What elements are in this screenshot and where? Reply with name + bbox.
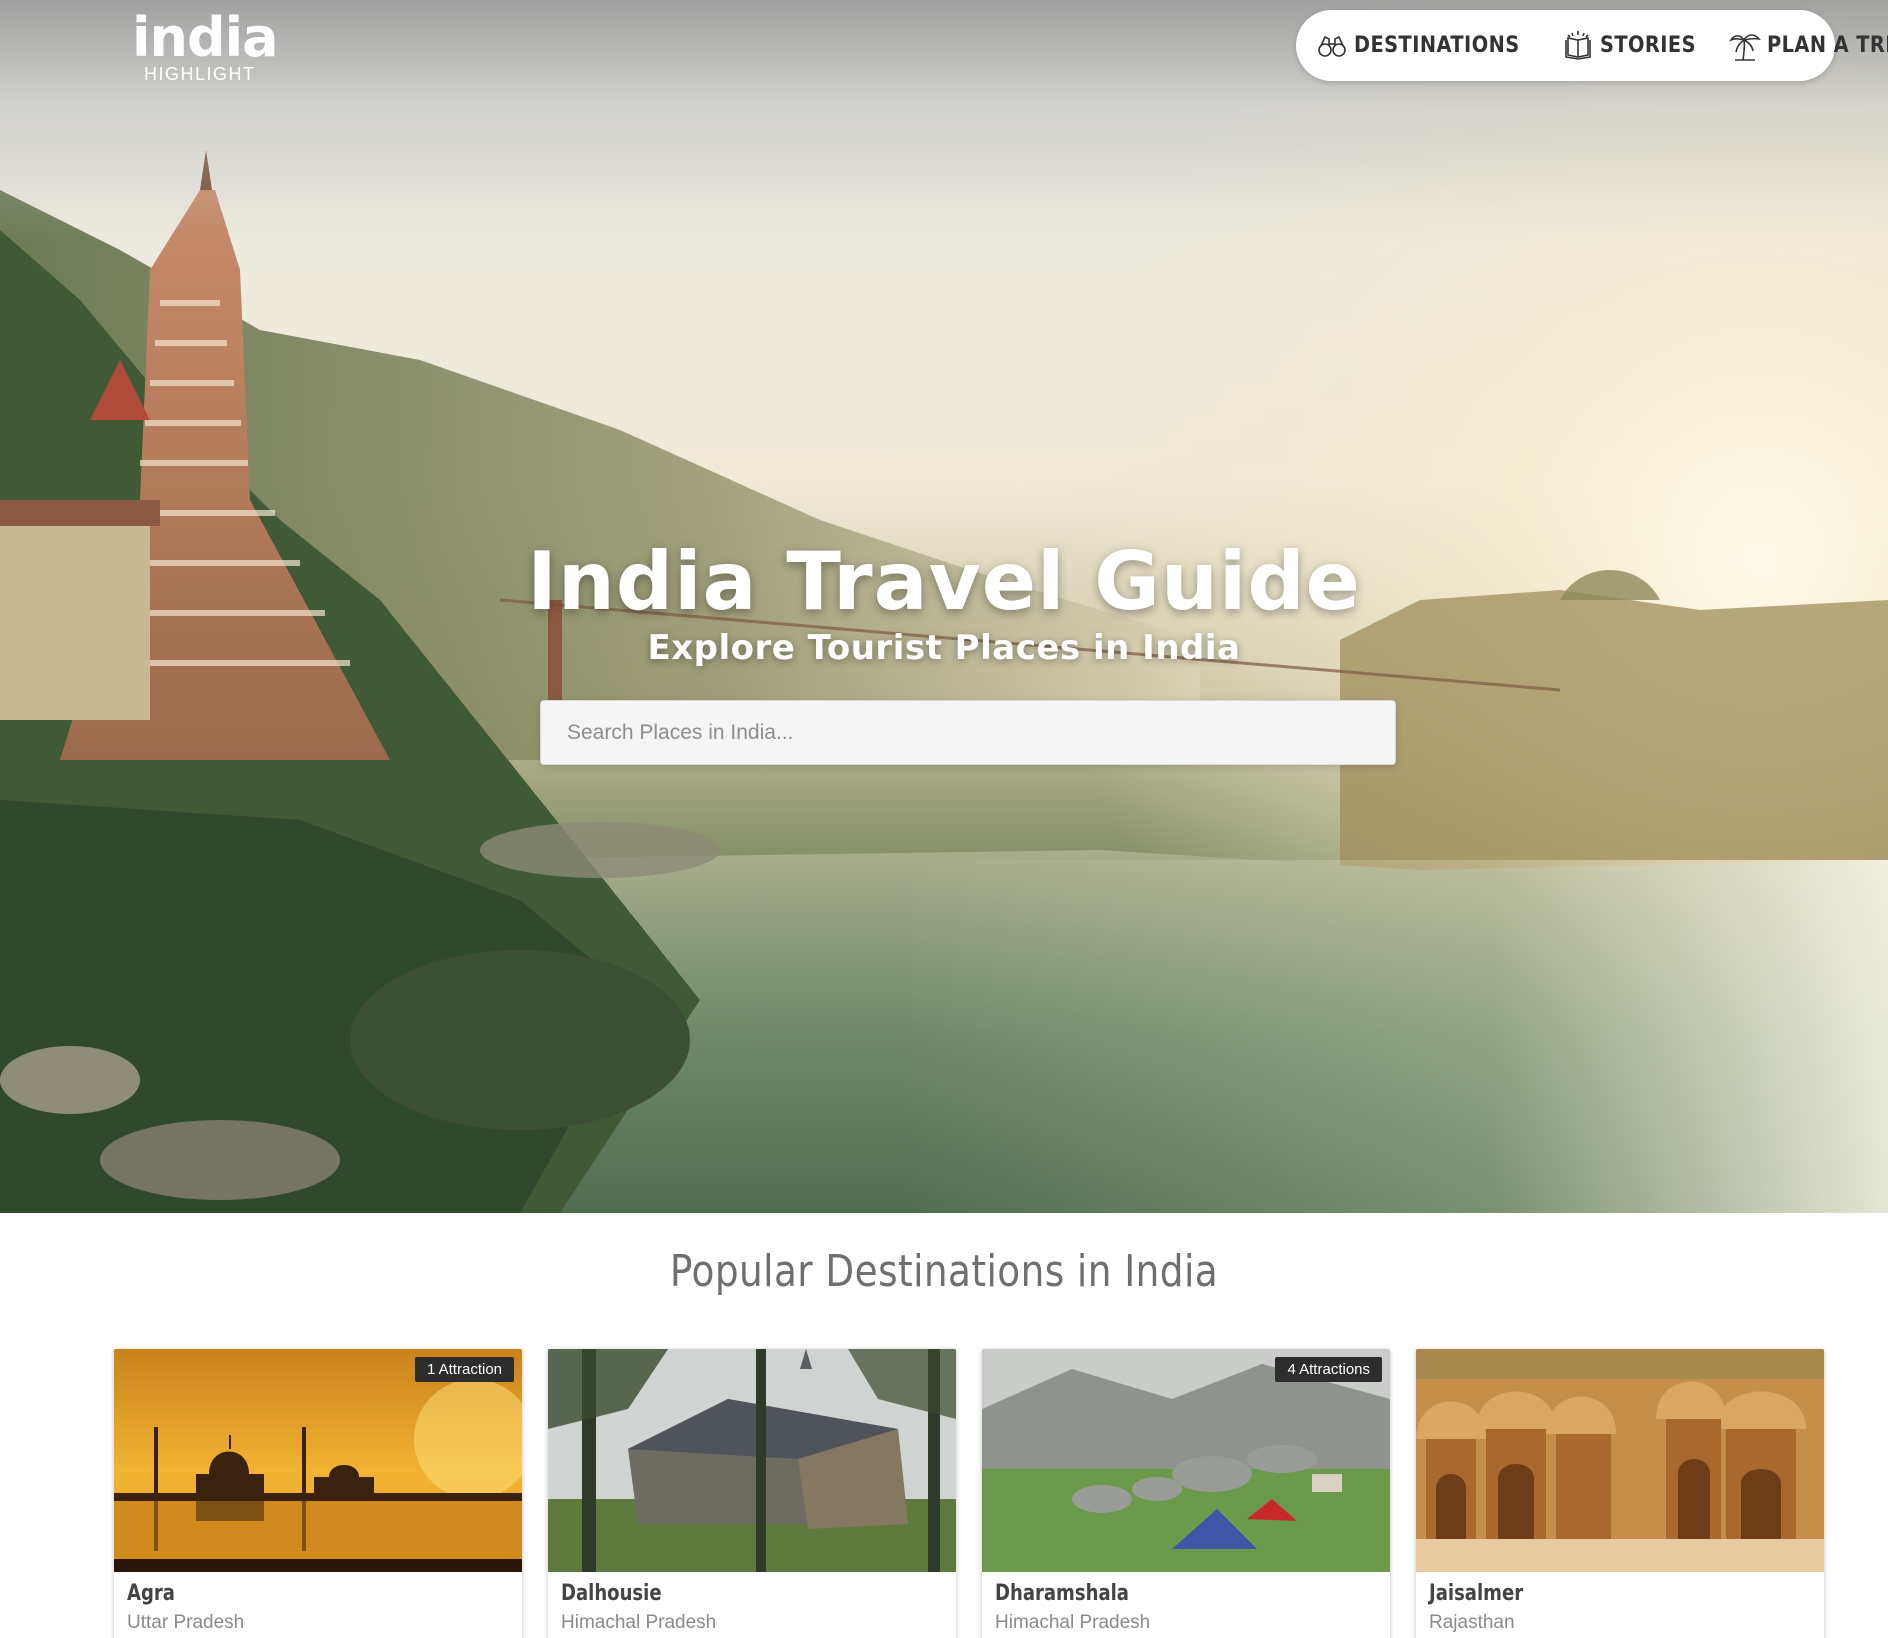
card-image-dharamshala: 4 Attractions — [982, 1349, 1390, 1572]
card-state: Himachal Pradesh — [995, 1612, 1151, 1633]
site-logo[interactable]: india HIGHLIGHT — [132, 6, 282, 85]
attraction-count-badge: 1 Attraction — [414, 1357, 514, 1382]
hero-subtitle: Explore Tourist Places in India — [647, 628, 1241, 668]
destination-card-dalhousie[interactable]: Dalhousie Himachal Pradesh — [548, 1349, 956, 1638]
card-state: Himachal Pradesh — [561, 1612, 717, 1633]
hero-title: India Travel Guide — [527, 535, 1361, 628]
card-state: Uttar Pradesh — [127, 1612, 245, 1633]
destination-card-dharamshala[interactable]: 4 Attractions Dharamshala Himachal Prade… — [982, 1349, 1390, 1638]
search-input[interactable] — [540, 700, 1396, 765]
card-state: Rajasthan — [1429, 1612, 1515, 1633]
nav-destinations-label: DESTINATIONS — [1354, 33, 1520, 58]
card-image-jaisalmer — [1416, 1349, 1824, 1572]
destination-card-agra[interactable]: 1 Attraction Agra Uttar Pradesh — [114, 1349, 522, 1638]
nav-destinations[interactable]: DESTINATIONS — [1316, 30, 1542, 62]
nav-stories-label: STORIES — [1600, 33, 1697, 58]
card-name: Dalhousie — [561, 1581, 662, 1606]
nav-stories[interactable]: STORIES — [1562, 30, 1709, 62]
nav-plan-a-trip[interactable]: PLAN A TRIP — [1729, 30, 1888, 62]
section-title-popular-destinations: Popular Destinations in India — [669, 1246, 1219, 1297]
card-name: Dharamshala — [995, 1581, 1129, 1606]
nav-plan-a-trip-label: PLAN A TRIP — [1767, 33, 1888, 58]
card-image-agra: 1 Attraction — [114, 1349, 522, 1572]
card-name: Agra — [127, 1581, 175, 1606]
binoculars-icon — [1318, 35, 1346, 57]
main-nav: DESTINATIONS STORIES PLAN A TRIP — [1296, 10, 1888, 81]
card-name: Jaisalmer — [1429, 1581, 1524, 1606]
logo-wordmark: india — [132, 6, 279, 69]
book-icon — [1565, 30, 1592, 60]
logo-subtitle: HIGHLIGHT — [144, 64, 256, 84]
destination-cards: 1 Attraction Agra Uttar Pradesh Dalhousi… — [114, 1349, 1824, 1638]
card-image-dalhousie — [548, 1349, 956, 1572]
palm-tree-icon — [1729, 33, 1762, 61]
attraction-count-badge: 4 Attractions — [1275, 1357, 1382, 1382]
destination-card-jaisalmer[interactable]: Jaisalmer Rajasthan — [1416, 1349, 1824, 1638]
